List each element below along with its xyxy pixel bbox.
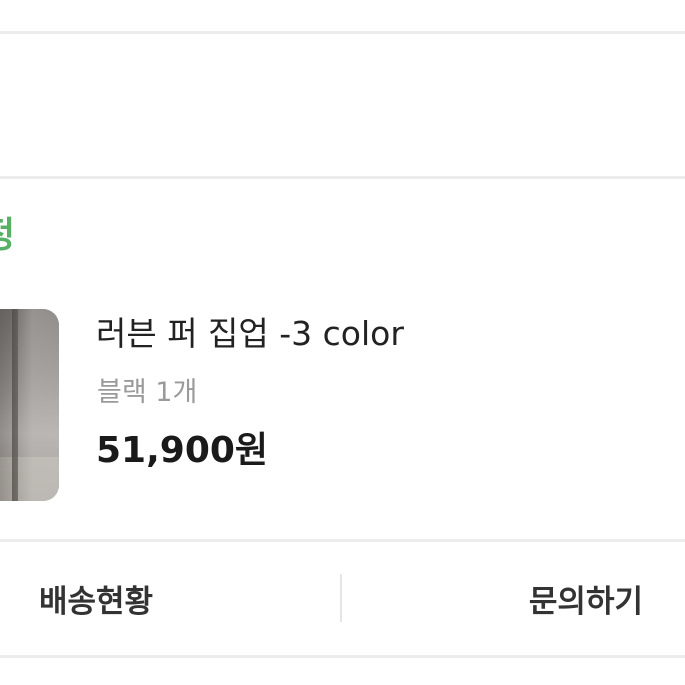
product-price: 51,900원 [96,430,269,471]
order-status-label: 정 [0,218,15,254]
product-option: 블랙 1개 [97,377,198,408]
action-button-separator [340,574,342,622]
shipping-status-button[interactable]: 배송현황 [0,543,341,654]
product-thumbnail[interactable] [0,309,59,501]
section-divider-top [0,31,685,34]
order-detail-page: 정 러븐 퍼 집업 -3 color 블랙 1개 51,900원 배송현황 문의… [0,0,685,685]
section-divider-actions [0,539,685,542]
product-name[interactable]: 러븐 퍼 집업 -3 color [96,314,404,354]
inquiry-button[interactable]: 문의하기 [343,543,685,654]
section-divider-header [0,176,685,179]
thumbnail-shade [0,309,59,501]
section-divider-bottom [0,655,685,658]
